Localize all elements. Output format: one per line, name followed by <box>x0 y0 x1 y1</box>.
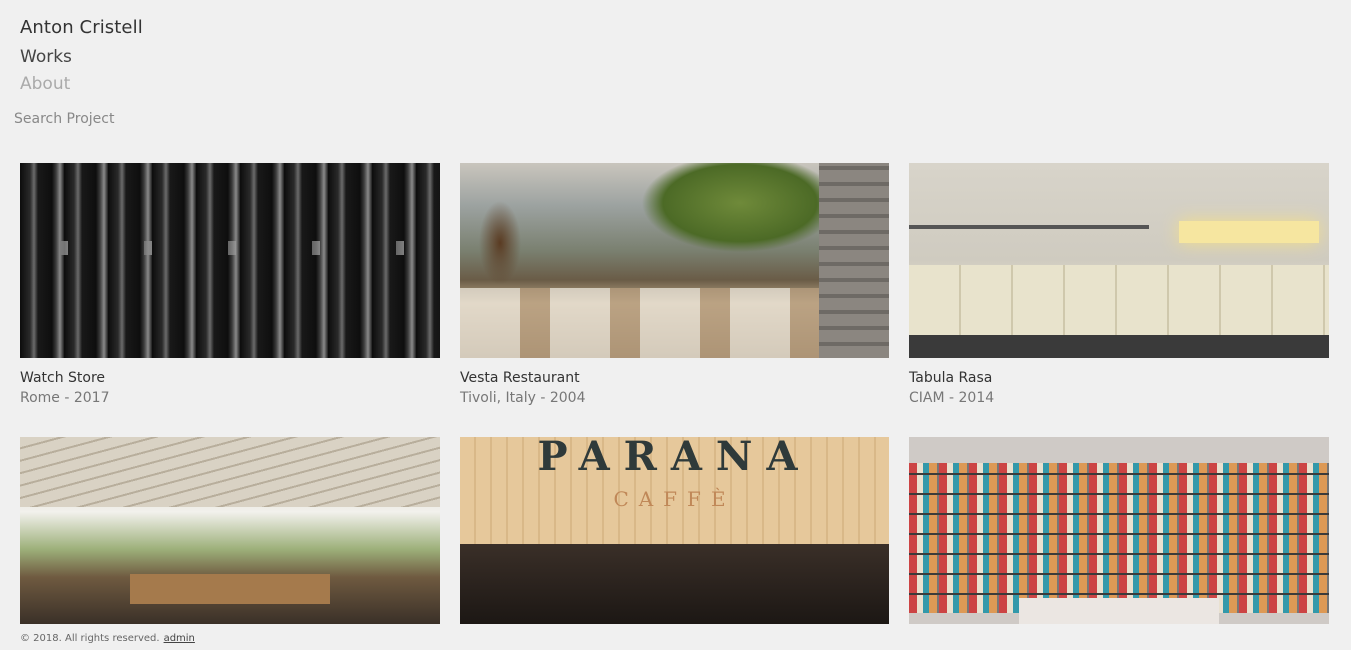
project-image[interactable] <box>909 163 1329 358</box>
project-tile-bookshop[interactable] <box>909 437 1329 624</box>
project-tile-tabula-rasa[interactable]: Tabula Rasa CIAM - 2014 <box>909 163 1329 406</box>
admin-link[interactable]: admin <box>164 633 195 644</box>
sign-text: PARANA <box>537 437 812 480</box>
project-meta: Tivoli, Italy - 2004 <box>460 390 586 406</box>
site-title-link[interactable]: Anton Cristell <box>20 17 143 38</box>
project-title[interactable]: Tabula Rasa <box>909 370 992 386</box>
nav-about-link[interactable]: About <box>20 74 70 94</box>
project-tile-vesta-restaurant[interactable]: Vesta Restaurant Tivoli, Italy - 2004 <box>460 163 889 406</box>
nav-works-link[interactable]: Works <box>20 47 72 67</box>
project-image[interactable] <box>460 163 889 358</box>
project-tile-watch-store[interactable]: Watch Store Rome - 2017 <box>20 163 440 406</box>
project-title[interactable]: Watch Store <box>20 370 105 386</box>
project-meta: Rome - 2017 <box>20 390 110 406</box>
search-project-input[interactable] <box>12 108 216 130</box>
project-title[interactable]: Vesta Restaurant <box>460 370 580 386</box>
footer: © 2018. All rights reserved. admin <box>0 624 1351 650</box>
project-image[interactable] <box>909 437 1329 624</box>
project-tile-terrace[interactable] <box>20 437 440 624</box>
project-image[interactable]: PARANA CAFFÈ <box>460 437 889 624</box>
project-tile-parana-caffe[interactable]: PARANA CAFFÈ <box>460 437 889 624</box>
footer-copyright: © 2018. All rights reserved. admin <box>20 633 195 644</box>
sign-subtext: CAFFÈ <box>613 487 736 511</box>
project-image[interactable] <box>20 437 440 624</box>
project-meta: CIAM - 2014 <box>909 390 995 406</box>
project-image[interactable] <box>20 163 440 358</box>
